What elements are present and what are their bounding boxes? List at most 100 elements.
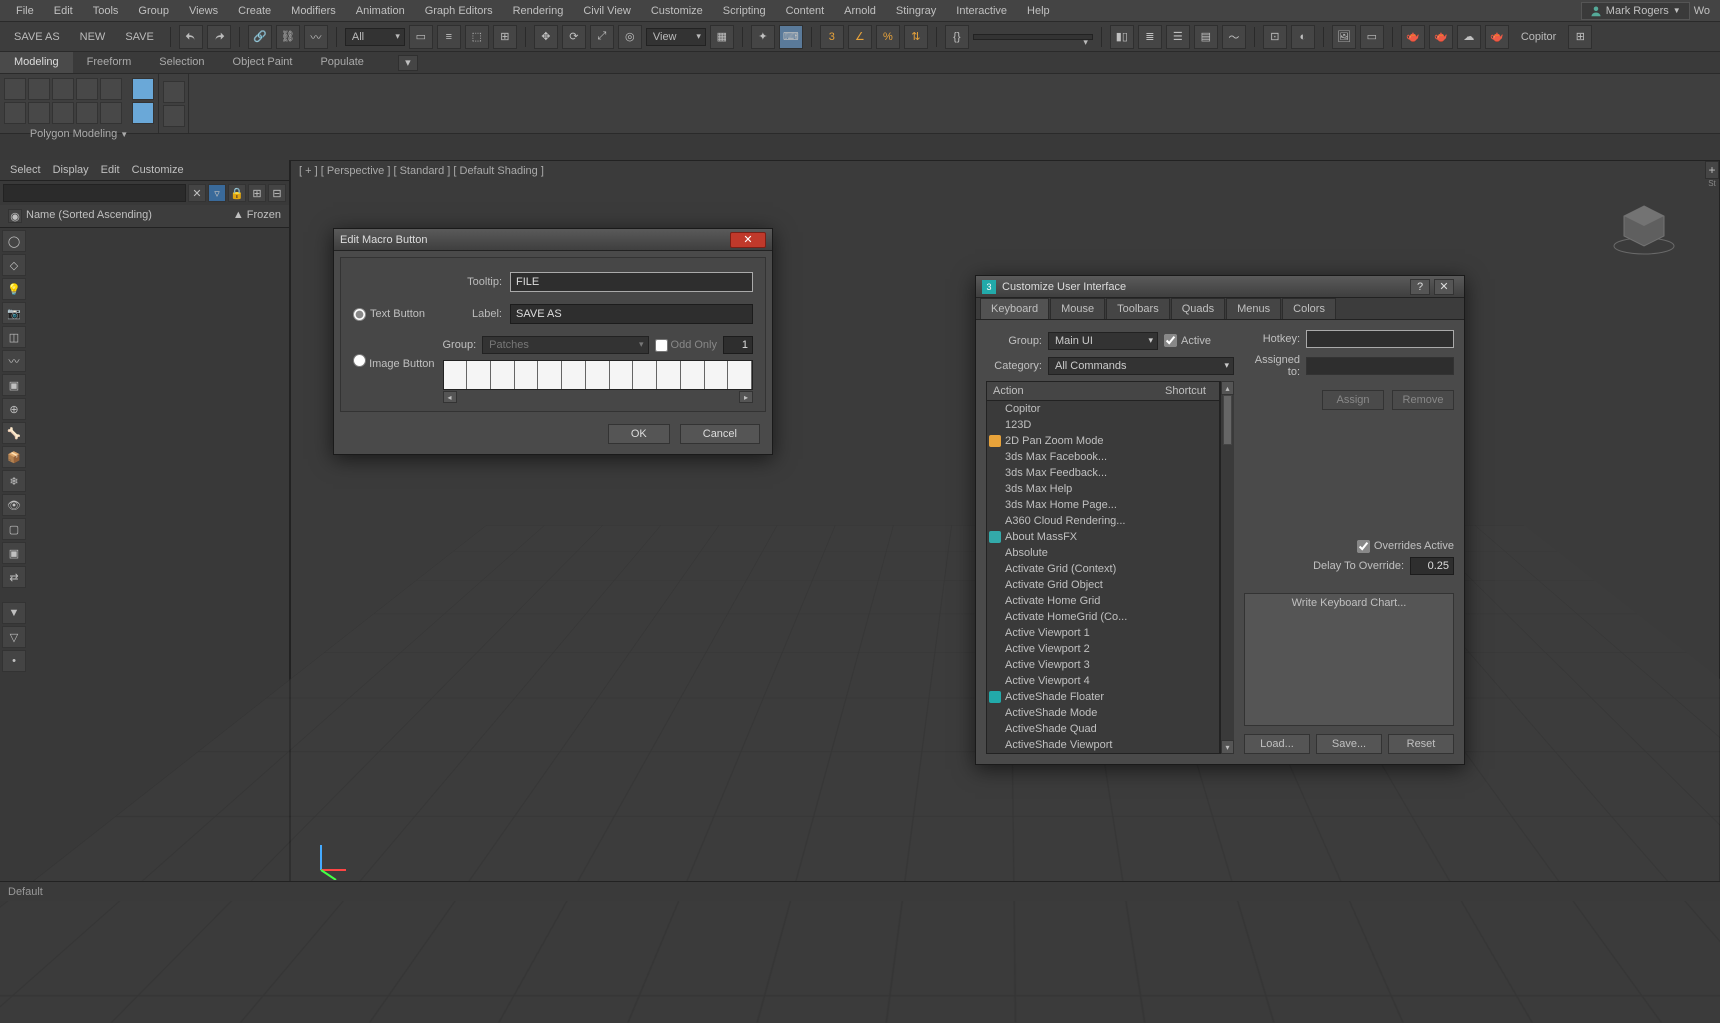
viewcube-icon[interactable] — [1609, 191, 1679, 261]
menu-content[interactable]: Content — [776, 2, 835, 20]
action-item[interactable]: Active Viewport 2 — [987, 641, 1219, 657]
curve-editor-button[interactable]: 〜 — [1222, 25, 1246, 49]
edit-named-sets-button[interactable]: {} — [945, 25, 969, 49]
action-item[interactable]: Activate Grid (Context) — [987, 561, 1219, 577]
action-item[interactable]: 3ds Max Help — [987, 481, 1219, 497]
render-cloud-button[interactable]: ☁ — [1457, 25, 1481, 49]
menu-create[interactable]: Create — [228, 2, 281, 20]
menu-help[interactable]: Help — [1017, 2, 1060, 20]
snap-3d-button[interactable]: 3 — [820, 25, 844, 49]
undo-button[interactable] — [179, 25, 203, 49]
rb-collapse-2[interactable] — [163, 105, 185, 127]
bind-button[interactable]: 〰 — [304, 25, 328, 49]
assigned-input[interactable] — [1306, 357, 1454, 375]
unlink-button[interactable]: ⛓ — [276, 25, 300, 49]
spinner-snap-button[interactable]: ⇅ — [904, 25, 928, 49]
strip-scroll-right[interactable]: ▸ — [739, 391, 753, 403]
menu-modifiers[interactable]: Modifiers — [281, 2, 346, 20]
action-list-scrollbar[interactable]: ▴ ▾ — [1220, 381, 1234, 754]
cui-tab-mouse[interactable]: Mouse — [1050, 298, 1105, 319]
action-item[interactable]: ActiveShade Quad — [987, 721, 1219, 737]
redo-button[interactable] — [207, 25, 231, 49]
action-item[interactable]: 123D — [987, 417, 1219, 433]
menu-tools[interactable]: Tools — [83, 2, 129, 20]
filter-selection-icon[interactable]: ▿ — [208, 184, 226, 202]
expand-icon[interactable]: ⊞ — [248, 184, 266, 202]
filter-dot-icon[interactable]: • — [2, 650, 26, 672]
image-index-spinner[interactable] — [723, 336, 753, 354]
delay-spinner[interactable] — [1410, 557, 1454, 575]
axis-gizmo-icon[interactable] — [311, 840, 351, 880]
render-prod-button[interactable]: 🫖 — [1401, 25, 1425, 49]
action-list[interactable]: Action Shortcut Copitor123D2D Pan Zoom M… — [986, 381, 1220, 754]
filter-geometry-icon[interactable]: ◯ — [2, 230, 26, 252]
odd-only-checkbox[interactable]: Odd Only — [655, 339, 717, 352]
menu-interactive[interactable]: Interactive — [946, 2, 1017, 20]
filter-space-warp-icon[interactable]: 〰 — [2, 350, 26, 372]
rb-d[interactable] — [76, 102, 98, 124]
hotkey-input[interactable] — [1306, 330, 1454, 348]
menu-customize[interactable]: Customize — [641, 2, 713, 20]
text-button-radio[interactable]: Text Button — [353, 308, 439, 321]
save-button[interactable]: Save... — [1316, 734, 1382, 754]
filter-helper-icon[interactable]: ◫ — [2, 326, 26, 348]
filter-invert-icon[interactable]: ⇄ — [2, 566, 26, 588]
action-item[interactable]: Activate Home Grid — [987, 593, 1219, 609]
action-item[interactable]: Activate HomeGrid (Co... — [987, 609, 1219, 625]
action-item[interactable]: 3ds Max Feedback... — [987, 465, 1219, 481]
ribbon-group-label[interactable]: Polygon Modeling▼ — [4, 128, 154, 140]
filter-camera-icon[interactable]: 📷 — [2, 302, 26, 324]
filter-funnel2-icon[interactable]: ▽ — [2, 626, 26, 648]
workspace-label[interactable]: Wo — [1690, 5, 1714, 17]
ribbon-tab-object-paint[interactable]: Object Paint — [219, 52, 307, 73]
selection-filter-dropdown[interactable]: All — [345, 28, 405, 46]
material-editor-button[interactable]: ◐ — [1291, 25, 1315, 49]
filter-shape-icon[interactable]: ◇ — [2, 254, 26, 276]
rb-element[interactable] — [100, 78, 122, 100]
menu-views[interactable]: Views — [179, 2, 228, 20]
filter-group-icon[interactable]: ▣ — [2, 374, 26, 396]
rb-border[interactable] — [52, 78, 74, 100]
placement-button[interactable]: ◎ — [618, 25, 642, 49]
clear-search-icon[interactable]: ✕ — [188, 184, 206, 202]
vp-plus-icon[interactable]: + — [1705, 161, 1719, 179]
ribbon-tab-modeling[interactable]: Modeling — [0, 52, 73, 73]
action-item[interactable]: ActiveShade Viewport — [987, 737, 1219, 753]
lock-icon[interactable]: 🔒 — [228, 184, 246, 202]
tooltip-input[interactable] — [510, 272, 753, 292]
image-button-radio[interactable]: Image Button — [353, 354, 435, 370]
menu-rendering[interactable]: Rendering — [503, 2, 574, 20]
menu-edit[interactable]: Edit — [44, 2, 83, 20]
rb-e[interactable] — [100, 102, 122, 124]
layer-explorer-button[interactable]: ☰ — [1166, 25, 1190, 49]
qa-save-as[interactable]: SAVE AS — [6, 31, 68, 43]
cui-close-button[interactable]: ✕ — [1434, 279, 1454, 295]
name-column-header[interactable]: Name (Sorted Ascending) — [26, 209, 233, 223]
cui-group-dropdown[interactable]: Main UI — [1048, 332, 1158, 350]
rb-poly[interactable] — [76, 78, 98, 100]
angle-snap-button[interactable]: ∠ — [848, 25, 872, 49]
filter-funnel-icon[interactable]: ▼ — [2, 602, 26, 624]
menu-graph-editors[interactable]: Graph Editors — [415, 2, 503, 20]
action-item[interactable]: Absolute — [987, 545, 1219, 561]
action-item[interactable]: A360 Cloud Rendering... — [987, 513, 1219, 529]
menu-group[interactable]: Group — [128, 2, 179, 20]
action-item[interactable]: About MassFX — [987, 529, 1219, 545]
schematic-view-button[interactable]: ⊡ — [1263, 25, 1287, 49]
ribbon-tab-selection[interactable]: Selection — [145, 52, 218, 73]
shortcut-header[interactable]: Shortcut — [1159, 382, 1219, 400]
filter-all-icon[interactable]: ▣ — [2, 542, 26, 564]
action-item[interactable]: 2D Pan Zoom Mode — [987, 433, 1219, 449]
rb-vertex[interactable] — [4, 78, 26, 100]
action-item[interactable]: ActiveShade Floater — [987, 689, 1219, 705]
cui-tab-keyboard[interactable]: Keyboard — [980, 298, 1049, 319]
ribbon-tab-populate[interactable]: Populate — [306, 52, 377, 73]
mirror-button[interactable]: ▮▯ — [1110, 25, 1134, 49]
qa-save[interactable]: SAVE — [117, 31, 162, 43]
rotate-button[interactable]: ⟳ — [562, 25, 586, 49]
select-region-rect-button[interactable]: ⬚ — [465, 25, 489, 49]
lp-tab-customize[interactable]: Customize — [132, 164, 184, 176]
lp-tab-display[interactable]: Display — [53, 164, 89, 176]
copitor-icon-button[interactable]: ⊞ — [1568, 25, 1592, 49]
action-header[interactable]: Action — [987, 382, 1159, 400]
